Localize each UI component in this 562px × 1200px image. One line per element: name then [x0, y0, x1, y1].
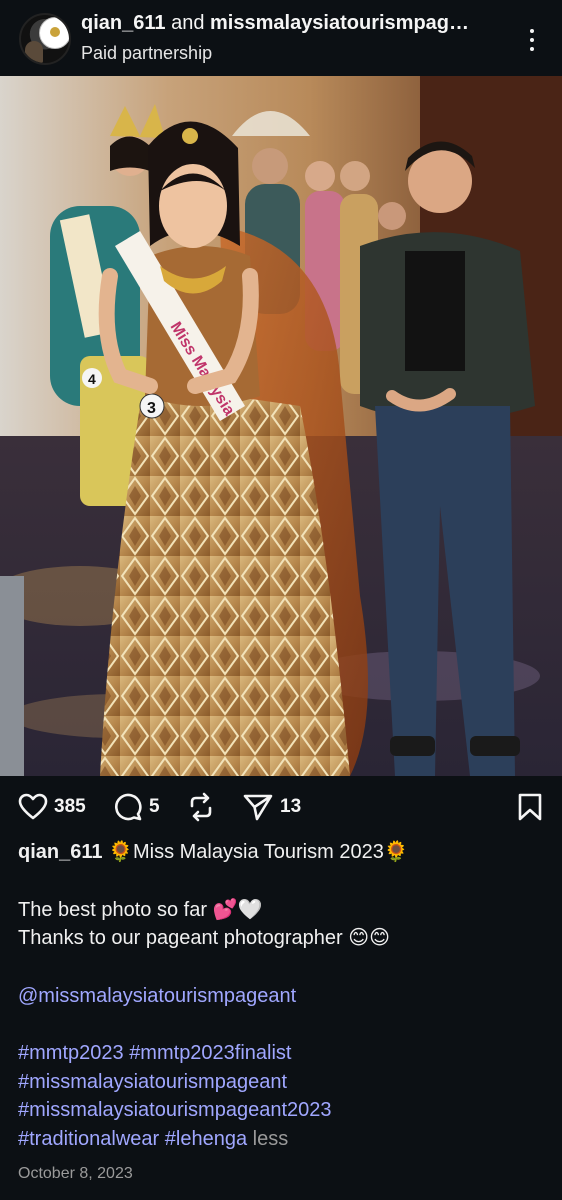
repost-icon [190, 792, 212, 822]
avatar-figure [25, 41, 43, 63]
post-photo-illustration: 4 Miss Malaysia 3 [0, 76, 562, 776]
send-icon [243, 794, 273, 821]
bookmark-icon[interactable] [516, 792, 544, 822]
hashtag[interactable]: #missmalaysiatourismpageant2023 [18, 1099, 332, 1121]
post-date: October 8, 2023 [18, 1165, 133, 1182]
share-count: 13 [280, 796, 302, 817]
comment-button[interactable]: 5 [113, 792, 160, 822]
author-avatar[interactable] [19, 13, 71, 65]
hashtag[interactable]: #mmtp2023 [18, 1042, 124, 1064]
like-count: 385 [54, 796, 86, 817]
caption-title: Miss Malaysia Tourism 2023 [132, 841, 384, 863]
coauthor-username[interactable]: missmalaysiatourismpag… [210, 12, 469, 34]
pageant-logo-icon [39, 17, 69, 49]
hashtag[interactable]: #missmalaysiatourismpageant [18, 1071, 287, 1093]
caption-line-2: Thanks to our pageant photographer 😊😊 [18, 927, 390, 949]
post-actions: 385 5 13 [0, 776, 562, 838]
hashtag[interactable]: #mmtp2023finalist [129, 1042, 291, 1064]
contestant-badge-back: 4 [88, 371, 96, 387]
caption-mention[interactable]: @missmalaysiatourismpageant [18, 985, 296, 1007]
post-photo[interactable]: 4 Miss Malaysia 3 [0, 76, 562, 776]
more-options-icon[interactable] [522, 26, 542, 54]
author-username[interactable]: qian_611 [81, 12, 166, 34]
like-button[interactable]: 385 [18, 792, 86, 822]
hashtag[interactable]: #traditionalwear [18, 1128, 159, 1150]
heart-icon [18, 793, 48, 820]
contestant-badge: 3 [147, 400, 156, 417]
post-caption: qian_611 🌻Miss Malaysia Tourism 2023🌻 Th… [18, 838, 548, 1153]
post-authors: qian_611 and missmalaysiatourismpag… [81, 12, 501, 35]
comment-icon [115, 793, 142, 821]
share-button[interactable]: 13 [242, 792, 301, 822]
sunflower-emoji: 🌻 [108, 841, 133, 863]
author-joiner: and [171, 12, 205, 34]
hashtag[interactable]: #lehenga [165, 1128, 247, 1150]
comment-count: 5 [149, 796, 160, 817]
caption-title-line: qian_611 🌻Miss Malaysia Tourism 2023🌻 [18, 838, 548, 867]
caption-username[interactable]: qian_611 [18, 841, 103, 863]
caption-line-1: The best photo so far 💕🤍 [18, 898, 263, 921]
post-header: qian_611 and missmalaysiatourismpag… Pai… [0, 0, 562, 76]
sunflower-emoji: 🌻 [383, 841, 409, 863]
less-toggle[interactable]: less [253, 1128, 289, 1150]
paid-partnership-label[interactable]: Paid partnership [81, 43, 212, 64]
repost-button[interactable] [186, 792, 216, 822]
